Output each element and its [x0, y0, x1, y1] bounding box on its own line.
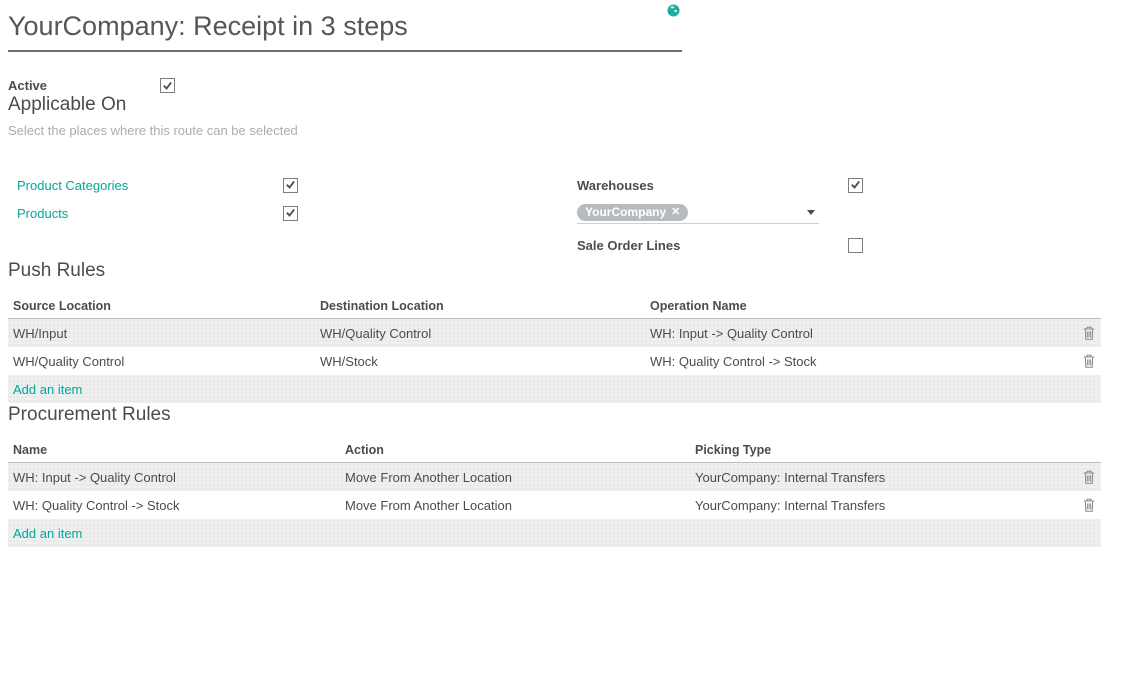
warehouses-label: Warehouses — [560, 178, 848, 193]
products-link[interactable]: Products — [8, 206, 283, 221]
warehouse-tag-label: YourCompany — [585, 204, 666, 221]
sale-order-lines-row: Sale Order Lines — [560, 231, 1116, 259]
checkmark-icon — [285, 207, 296, 218]
cell-operation-name[interactable]: WH: Quality Control -> Stock — [645, 354, 1071, 369]
route-name-field: YourCompany: Receipt in 3 steps — [8, 8, 682, 52]
translate-globe-icon[interactable] — [667, 4, 680, 17]
warehouse-tag: YourCompany ✕ — [577, 204, 688, 221]
active-checkbox[interactable] — [160, 78, 175, 93]
col-header-picking-type: Picking Type — [690, 443, 1071, 457]
push-rules-add-an-item-link[interactable]: Add an item — [8, 382, 82, 397]
cell-name[interactable]: WH: Input -> Quality Control — [8, 470, 340, 485]
cell-picking-type[interactable]: YourCompany: Internal Transfers — [690, 470, 1071, 485]
warehouses-row: Warehouses — [560, 171, 1116, 199]
procurement-rules-table: Name Action Picking Type WH: Input -> Qu… — [8, 437, 1101, 547]
checkmark-icon — [850, 179, 861, 190]
procurement-rule-row: WH: Input -> Quality Control Move From A… — [8, 463, 1101, 491]
push-rules-add-row: Add an item — [8, 375, 1101, 403]
products-row: Products — [8, 199, 560, 227]
checkmark-icon — [162, 80, 173, 91]
procurement-rules-header-row: Name Action Picking Type — [8, 437, 1101, 463]
delete-row-trash-icon[interactable] — [1083, 326, 1095, 340]
route-form: YourCompany: Receipt in 3 steps Active A… — [0, 0, 1124, 547]
cell-source-location[interactable]: WH/Input — [8, 326, 315, 341]
push-rule-row: WH/Input WH/Quality Control WH: Input ->… — [8, 319, 1101, 347]
cell-source-location[interactable]: WH/Quality Control — [8, 354, 315, 369]
cell-destination-location[interactable]: WH/Quality Control — [315, 326, 645, 341]
cell-destination-location[interactable]: WH/Stock — [315, 354, 645, 369]
cell-picking-type[interactable]: YourCompany: Internal Transfers — [690, 498, 1071, 513]
applicable-on-left-column: Product Categories Products — [8, 171, 560, 259]
col-header-destination-location: Destination Location — [315, 299, 645, 313]
procurement-rules-add-an-item-link[interactable]: Add an item — [8, 526, 82, 541]
warehouses-tags-input[interactable]: YourCompany ✕ — [577, 202, 819, 224]
cell-name[interactable]: WH: Quality Control -> Stock — [8, 498, 340, 513]
active-field-row: Active — [8, 78, 1116, 93]
push-rule-row: WH/Quality Control WH/Stock WH: Quality … — [8, 347, 1101, 375]
product-categories-link[interactable]: Product Categories — [8, 178, 283, 193]
delete-row-trash-icon[interactable] — [1083, 470, 1095, 484]
push-rules-table: Source Location Destination Location Ope… — [8, 293, 1101, 403]
applicable-on-right-column: Warehouses YourCompany ✕ Sale Order Line… — [560, 171, 1116, 259]
delete-row-trash-icon[interactable] — [1083, 354, 1095, 368]
applicable-on-group: Product Categories Products Warehouses — [8, 171, 1116, 259]
active-label: Active — [8, 78, 160, 93]
sale-order-lines-checkbox[interactable] — [848, 238, 863, 253]
col-header-action: Action — [340, 443, 690, 457]
applicable-on-help: Select the places where this route can b… — [8, 123, 1116, 138]
delete-row-trash-icon[interactable] — [1083, 498, 1095, 512]
remove-tag-icon[interactable]: ✕ — [671, 204, 680, 221]
products-checkbox[interactable] — [283, 206, 298, 221]
cell-action[interactable]: Move From Another Location — [340, 470, 690, 485]
procurement-rules-add-row: Add an item — [8, 519, 1101, 547]
cell-operation-name[interactable]: WH: Input -> Quality Control — [645, 326, 1071, 341]
push-rules-heading: Push Rules — [8, 259, 1116, 282]
applicable-on-heading: Applicable On — [8, 93, 1116, 116]
cell-action[interactable]: Move From Another Location — [340, 498, 690, 513]
route-name-input[interactable]: YourCompany: Receipt in 3 steps — [8, 10, 682, 43]
push-rules-header-row: Source Location Destination Location Ope… — [8, 293, 1101, 319]
checkmark-icon — [285, 179, 296, 190]
procurement-rule-row: WH: Quality Control -> Stock Move From A… — [8, 491, 1101, 519]
procurement-rules-heading: Procurement Rules — [8, 403, 1116, 426]
col-header-operation-name: Operation Name — [645, 299, 1071, 313]
sale-order-lines-label: Sale Order Lines — [560, 238, 848, 253]
chevron-down-icon[interactable] — [807, 210, 815, 215]
col-header-source-location: Source Location — [8, 299, 315, 313]
col-header-name: Name — [8, 443, 340, 457]
product-categories-checkbox[interactable] — [283, 178, 298, 193]
product-categories-row: Product Categories — [8, 171, 560, 199]
warehouses-checkbox[interactable] — [848, 178, 863, 193]
